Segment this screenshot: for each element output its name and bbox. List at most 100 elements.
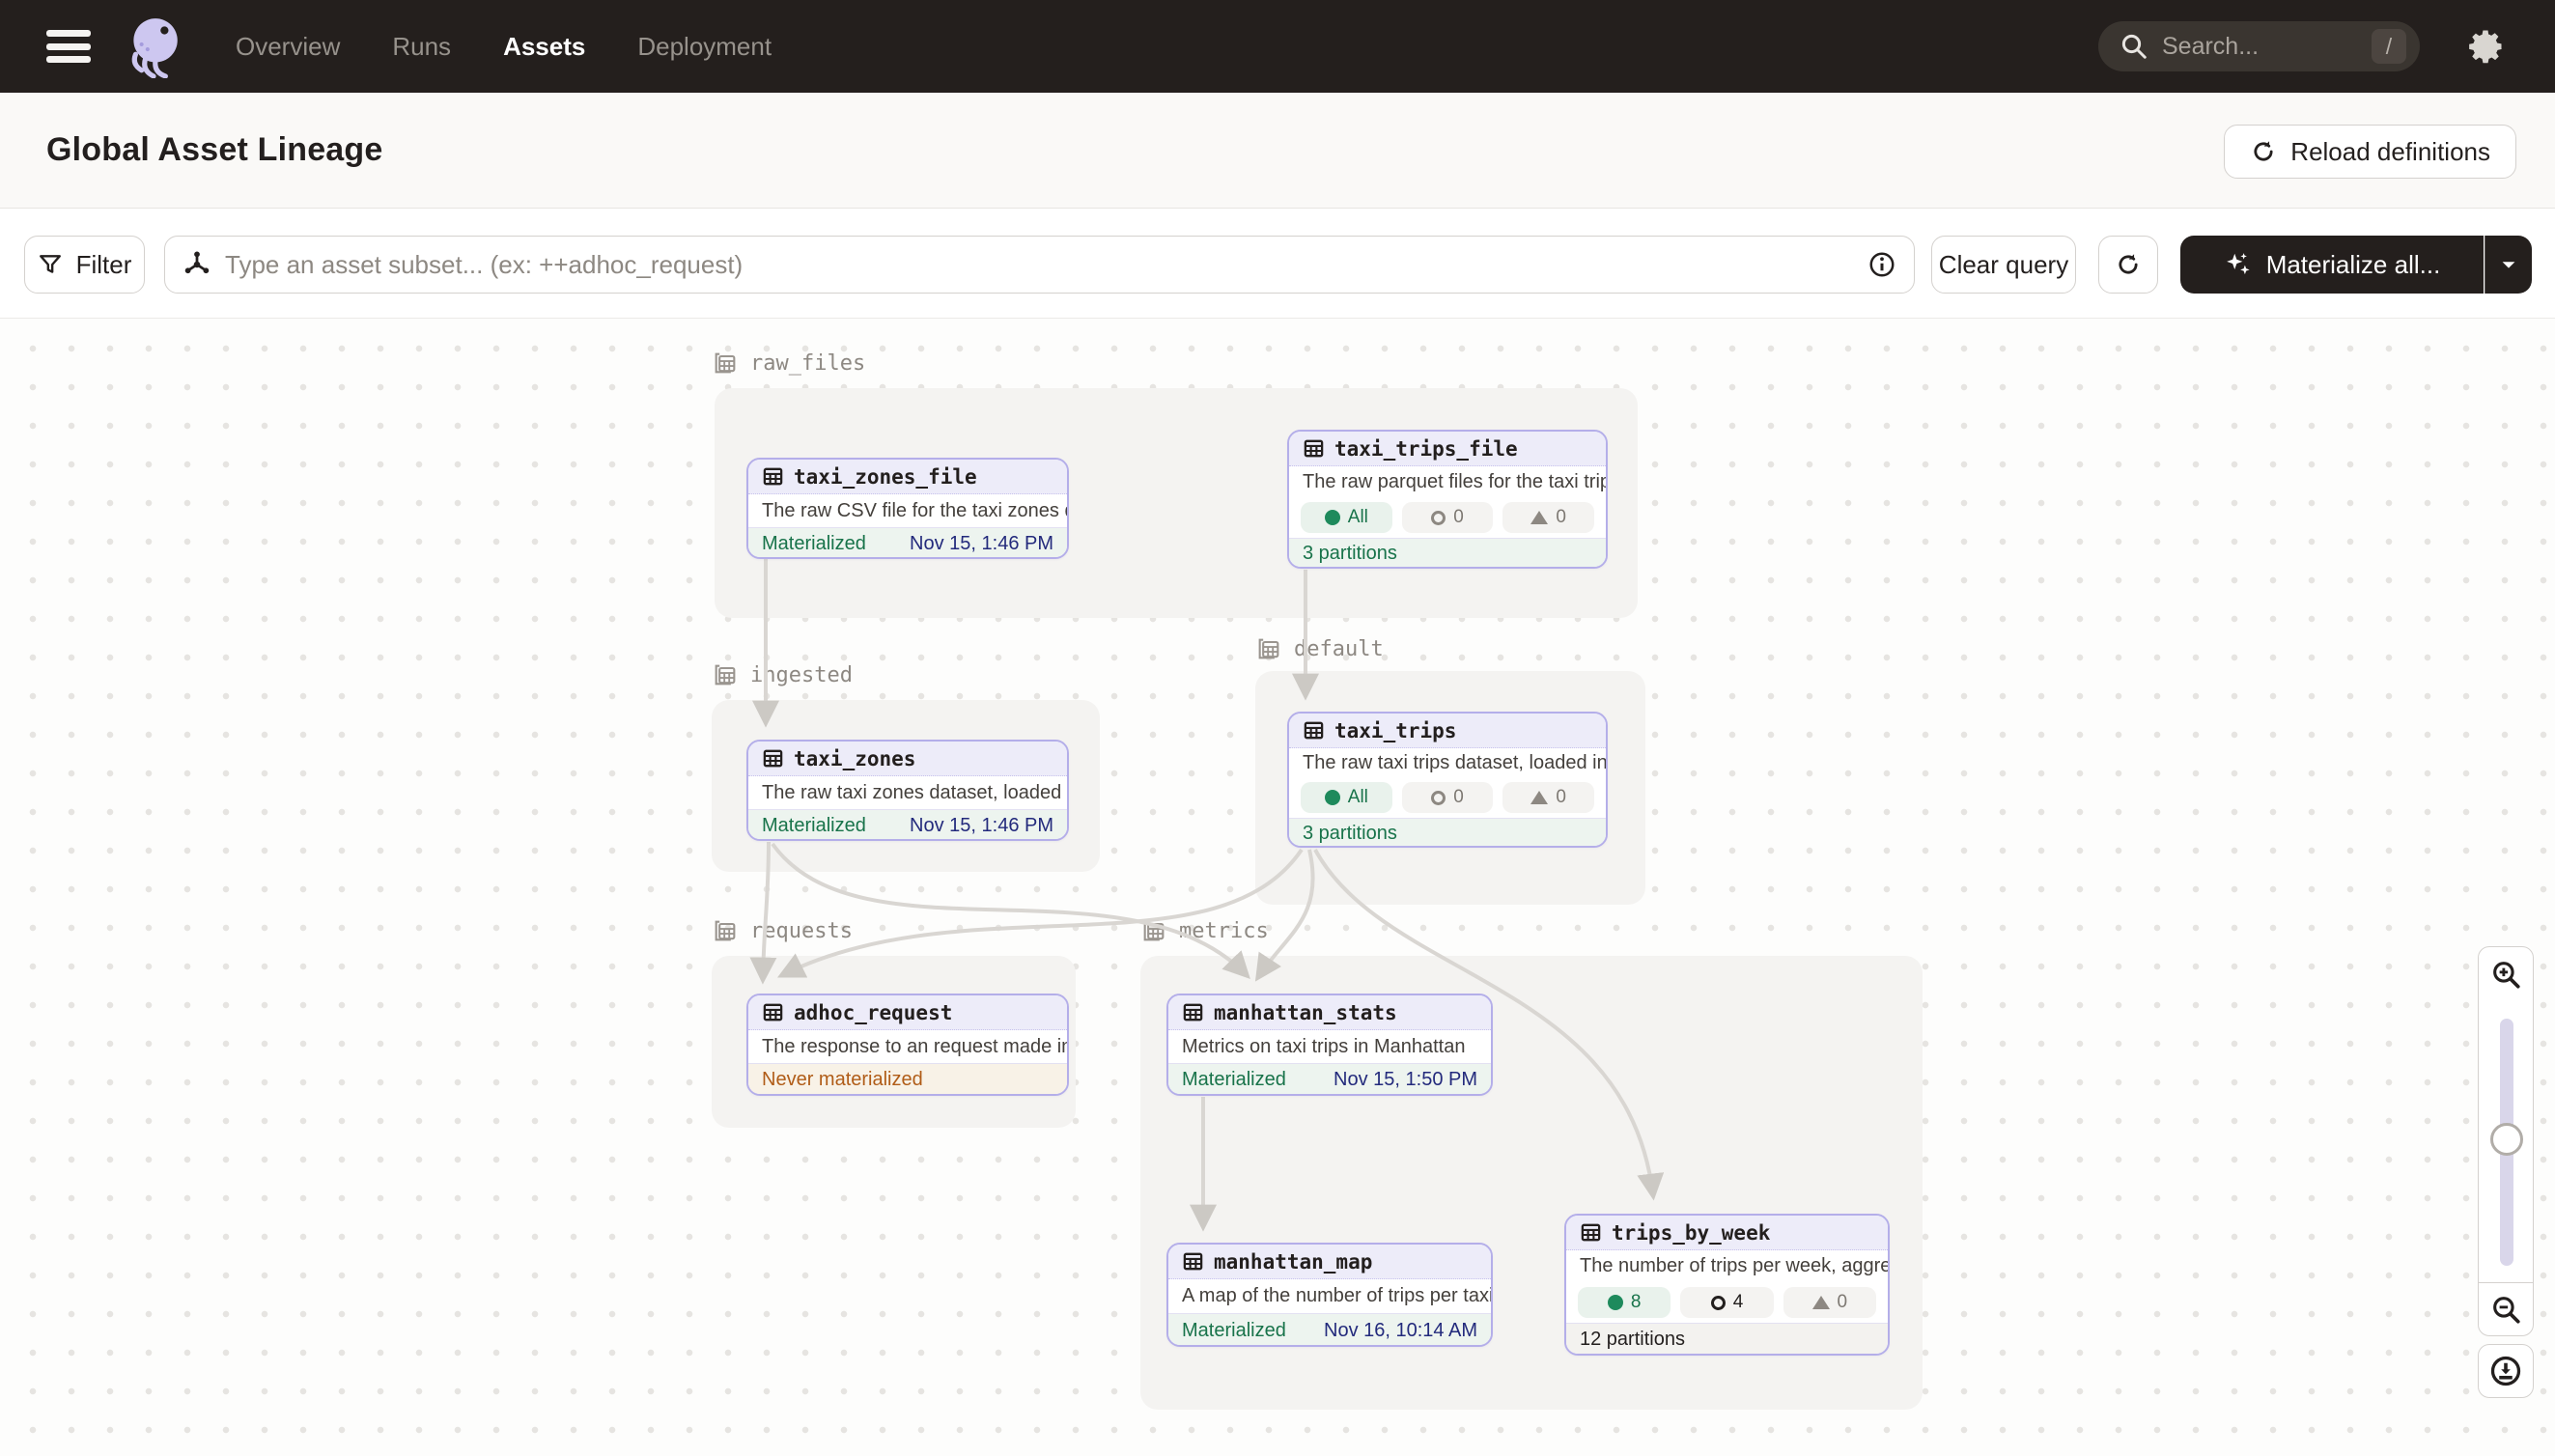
asset-description: The raw parquet files for the taxi trips… <box>1289 466 1606 497</box>
asset-node-trips-by-week[interactable]: trips_by_week The number of trips per we… <box>1564 1214 1890 1356</box>
partitions-success-badge[interactable]: All <box>1301 502 1392 533</box>
asset-group-icon <box>1255 635 1282 662</box>
chevron-down-icon <box>2498 254 2519 275</box>
asset-footer: Materialized Nov 15, 1:46 PM <box>748 809 1067 841</box>
status-badge: Materialized <box>1182 1320 1286 1342</box>
asset-group-icon <box>1140 917 1167 944</box>
zoom-slider[interactable] <box>2478 1001 2534 1283</box>
refresh-query-button[interactable] <box>2098 236 2158 294</box>
asset-description: Metrics on taxi trips in Manhattan <box>1168 1030 1491 1063</box>
nav-item-runs[interactable]: Runs <box>392 32 451 62</box>
triangle-icon <box>1812 1296 1830 1309</box>
partitions-missing-badge[interactable]: 0 <box>1402 782 1494 813</box>
group-label-raw-files[interactable]: raw_files <box>712 350 865 377</box>
info-icon[interactable] <box>1867 250 1896 279</box>
asset-node-taxi-zones-file[interactable]: taxi_zones_file The raw CSV file for the… <box>746 458 1069 559</box>
partitions-failed-badge[interactable]: 0 <box>1502 782 1594 813</box>
nav-item-overview[interactable]: Overview <box>236 32 340 62</box>
partition-health-badges: All 0 0 <box>1289 777 1606 818</box>
materialization-timestamp: Nov 15, 1:50 PM <box>1334 1069 1477 1091</box>
page-header: Global Asset Lineage Reload definitions <box>0 93 2555 209</box>
zoom-slider-thumb[interactable] <box>2490 1123 2523 1156</box>
materialization-timestamp: Nov 16, 10:14 AM <box>1324 1320 1477 1342</box>
asset-name: taxi_zones <box>794 747 915 770</box>
asset-node-adhoc-request[interactable]: adhoc_request The response to an request… <box>746 994 1069 1096</box>
partitions-success-badge[interactable]: All <box>1301 782 1392 813</box>
partition-count: 3 partitions <box>1303 543 1397 565</box>
download-icon <box>2488 1354 2523 1388</box>
ring-icon <box>1431 511 1446 525</box>
asset-node-manhattan-stats[interactable]: manhattan_stats Metrics on taxi trips in… <box>1166 994 1493 1096</box>
dagster-logo[interactable] <box>122 14 185 78</box>
search-input[interactable]: Search... / <box>2098 21 2420 71</box>
table-icon <box>1303 719 1325 742</box>
partitions-failed-badge[interactable]: 0 <box>1783 1287 1876 1318</box>
table-icon <box>1580 1221 1602 1244</box>
asset-footer: Never materialized <box>748 1063 1067 1096</box>
materialize-all-button[interactable]: Materialize all... <box>2180 236 2484 294</box>
lineage-toolbar: Filter Clear query <box>0 210 2555 319</box>
zoom-in-button[interactable] <box>2478 946 2534 1002</box>
table-icon <box>1303 437 1325 460</box>
page-title: Global Asset Lineage <box>46 131 383 169</box>
nav-item-deployment[interactable]: Deployment <box>637 32 772 62</box>
asset-footer: Materialized Nov 16, 10:14 AM <box>1168 1313 1491 1347</box>
partitions-missing-badge[interactable]: 0 <box>1402 502 1494 533</box>
triangle-icon <box>1530 511 1548 524</box>
asset-footer: 3 partitions <box>1289 818 1606 848</box>
partition-count: 3 partitions <box>1303 823 1397 845</box>
zoom-out-button[interactable] <box>2478 1282 2534 1336</box>
triangle-icon <box>1530 791 1548 804</box>
search-placeholder: Search... <box>2162 33 2372 61</box>
group-label-requests[interactable]: requests <box>712 917 853 944</box>
nav-item-assets[interactable]: Assets <box>503 32 585 62</box>
asset-query-input-wrap <box>164 236 1915 294</box>
asset-node-taxi-trips[interactable]: taxi_trips The raw taxi trips dataset, l… <box>1287 712 1608 848</box>
asset-description: A map of the number of trips per taxi z.… <box>1168 1279 1491 1313</box>
status-badge: Never materialized <box>762 1069 923 1091</box>
hamburger-menu-icon[interactable] <box>46 30 91 63</box>
group-label-default[interactable]: default <box>1255 635 1384 662</box>
asset-name: trips_by_week <box>1612 1221 1770 1245</box>
asset-graph-icon <box>182 250 211 279</box>
reload-definitions-button[interactable]: Reload definitions <box>2224 125 2516 179</box>
asset-description: The raw taxi trips dataset, loaded into … <box>1289 748 1606 777</box>
green-dot-icon <box>1325 510 1340 525</box>
ring-icon <box>1711 1296 1726 1310</box>
partition-health-badges: 8 4 0 <box>1566 1282 1888 1323</box>
asset-node-taxi-trips-file[interactable]: taxi_trips_file The raw parquet files fo… <box>1287 430 1608 569</box>
status-badge: Materialized <box>762 815 866 837</box>
partition-health-badges: All 0 0 <box>1289 497 1606 538</box>
nav-links: Overview Runs Assets Deployment <box>236 32 772 62</box>
asset-query-input[interactable] <box>225 250 1867 280</box>
materialization-timestamp: Nov 15, 1:46 PM <box>910 533 1053 555</box>
download-image-button[interactable] <box>2478 1344 2534 1398</box>
group-label-metrics[interactable]: metrics <box>1140 917 1269 944</box>
materialize-dropdown-caret[interactable] <box>2485 236 2532 294</box>
filter-button[interactable]: Filter <box>24 236 145 294</box>
partitions-missing-badge[interactable]: 4 <box>1680 1287 1773 1318</box>
refresh-icon <box>2250 138 2277 165</box>
green-dot-icon <box>1608 1295 1623 1310</box>
search-icon <box>2120 32 2148 61</box>
asset-name: manhattan_stats <box>1214 1001 1397 1024</box>
settings-gear-icon[interactable] <box>2464 25 2507 68</box>
table-icon <box>1182 1250 1204 1273</box>
funnel-icon <box>38 252 63 277</box>
asset-node-manhattan-map[interactable]: manhattan_map A map of the number of tri… <box>1166 1243 1493 1347</box>
asset-node-taxi-zones[interactable]: taxi_zones The raw taxi zones dataset, l… <box>746 740 1069 841</box>
partitions-failed-badge[interactable]: 0 <box>1502 502 1594 533</box>
clear-query-button[interactable]: Clear query <box>1931 236 2076 294</box>
asset-footer: 3 partitions <box>1289 538 1606 569</box>
sparkles-icon <box>2224 250 2253 279</box>
green-dot-icon <box>1325 790 1340 805</box>
asset-group-icon <box>712 917 739 944</box>
asset-group-icon <box>712 350 739 377</box>
table-icon <box>762 1001 784 1023</box>
materialization-timestamp: Nov 15, 1:46 PM <box>910 815 1053 837</box>
table-icon <box>762 747 784 770</box>
group-label-ingested[interactable]: ingested <box>712 661 853 688</box>
asset-footer: Materialized Nov 15, 1:50 PM <box>1168 1063 1491 1096</box>
partitions-success-badge[interactable]: 8 <box>1578 1287 1671 1318</box>
asset-footer: Materialized Nov 15, 1:46 PM <box>748 527 1067 559</box>
